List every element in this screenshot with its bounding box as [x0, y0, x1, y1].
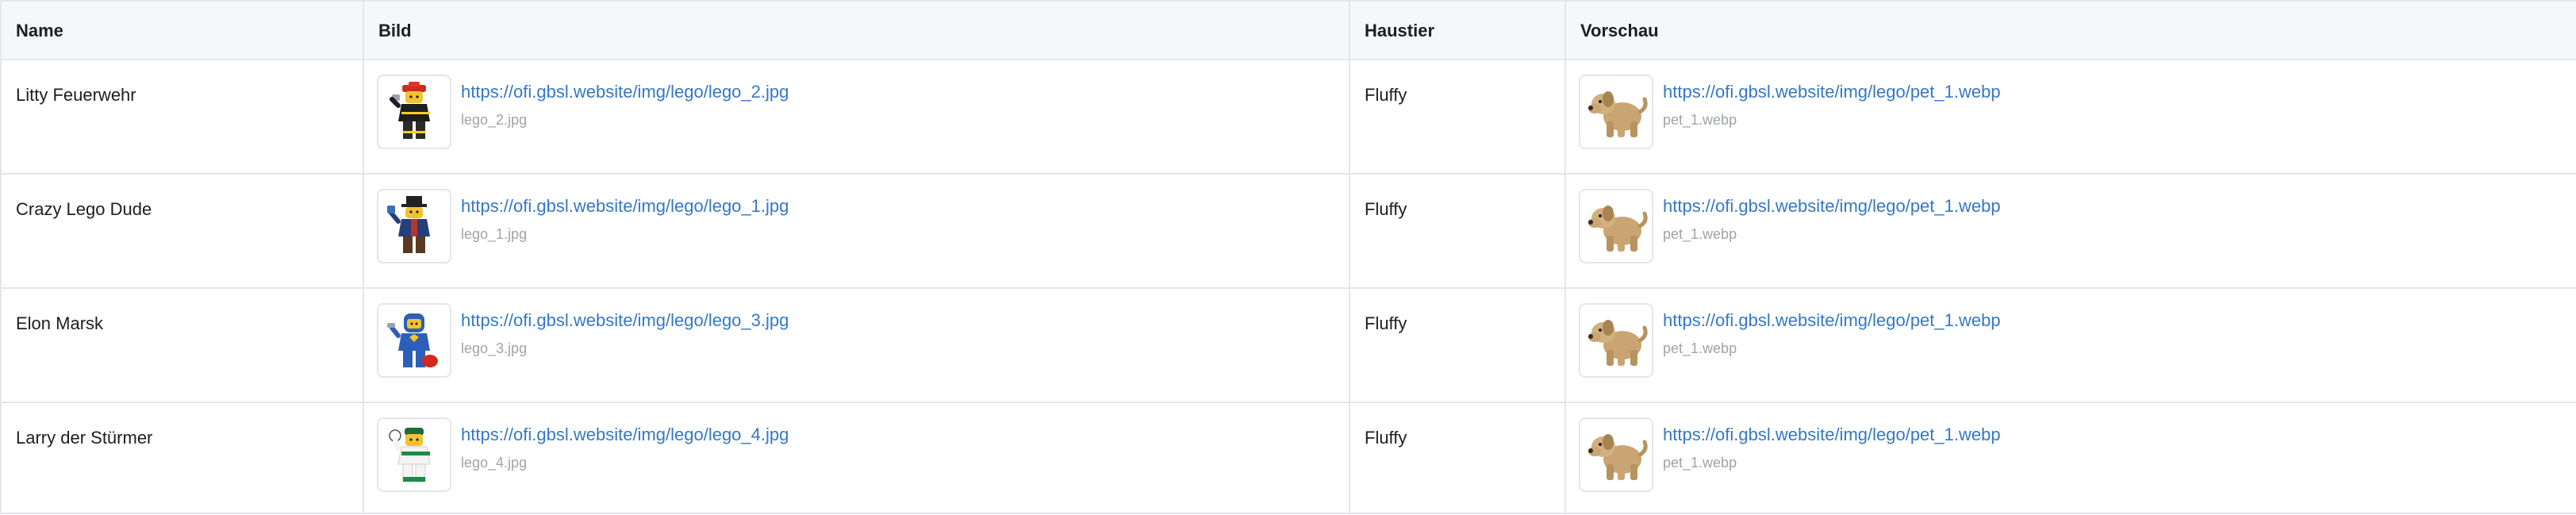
- vorschau-link[interactable]: https://ofi.gbsl.website/img/lego/pet_1.…: [1663, 195, 2001, 217]
- bild-cell: https://ofi.gbsl.website/img/lego/lego_1…: [363, 173, 1350, 289]
- bild-cell: https://ofi.gbsl.website/img/lego/lego_2…: [363, 59, 1350, 175]
- vorschau-link[interactable]: https://ofi.gbsl.website/img/lego/pet_1.…: [1663, 309, 2001, 332]
- bild-filename: lego_3.jpg: [461, 340, 528, 356]
- name-cell: Litty Feuerwehr: [0, 59, 364, 175]
- lego-dog-icon: [1579, 75, 1653, 149]
- table-header-row: Name Bild Haustier Vorschau: [0, 0, 2576, 60]
- lego-spaceman-minifigure-icon: [377, 303, 451, 378]
- vorschau-filename: pet_1.webp: [1663, 112, 1737, 128]
- character-name: Larry der Stürmer: [16, 428, 153, 448]
- haustier-cell: Fluffy: [1349, 173, 1566, 289]
- name-cell: Larry der Stürmer: [0, 402, 364, 514]
- bild-cell: https://ofi.gbsl.website/img/lego/lego_3…: [363, 287, 1350, 403]
- table-row: Litty Feuerwehr https://ofi.gbsl.website…: [0, 59, 2576, 175]
- bild-filename: lego_1.jpg: [461, 226, 528, 242]
- bild-link[interactable]: https://ofi.gbsl.website/img/lego/lego_2…: [461, 81, 789, 103]
- table-row: Larry der Stürmer https://ofi.gbsl.websi…: [0, 402, 2576, 514]
- vorschau-filename: pet_1.webp: [1663, 340, 1737, 356]
- column-header-haustier: Haustier: [1349, 0, 1566, 60]
- vorschau-cell: https://ofi.gbsl.website/img/lego/pet_1.…: [1564, 173, 2576, 289]
- table-row: Crazy Lego Dude https://ofi.gbsl.website…: [0, 173, 2576, 289]
- haustier-cell: Fluffy: [1349, 287, 1566, 403]
- character-name: Crazy Lego Dude: [16, 199, 152, 219]
- bild-link[interactable]: https://ofi.gbsl.website/img/lego/lego_3…: [461, 309, 789, 332]
- haustier-cell: Fluffy: [1349, 59, 1566, 175]
- lego-firefighter-minifigure-icon: [377, 75, 451, 149]
- name-cell: Elon Marsk: [0, 287, 364, 403]
- lego-dog-icon: [1579, 303, 1653, 378]
- pet-name: Fluffy: [1365, 428, 1407, 448]
- bild-filename: lego_2.jpg: [461, 112, 528, 128]
- vorschau-cell: https://ofi.gbsl.website/img/lego/pet_1.…: [1564, 402, 2576, 514]
- vorschau-link[interactable]: https://ofi.gbsl.website/img/lego/pet_1.…: [1663, 424, 2001, 446]
- vorschau-cell: https://ofi.gbsl.website/img/lego/pet_1.…: [1564, 59, 2576, 175]
- lego-top-hat-minifigure-icon: [377, 189, 451, 263]
- pet-name: Fluffy: [1365, 199, 1407, 219]
- lego-dog-icon: [1579, 417, 1653, 492]
- column-header-vorschau: Vorschau: [1564, 0, 2576, 60]
- vorschau-link[interactable]: https://ofi.gbsl.website/img/lego/pet_1.…: [1663, 81, 2001, 103]
- vorschau-filename: pet_1.webp: [1663, 455, 1737, 471]
- pet-name: Fluffy: [1365, 85, 1407, 105]
- lego-dog-icon: [1579, 189, 1653, 263]
- haustier-cell: Fluffy: [1349, 402, 1566, 514]
- column-header-name: Name: [0, 0, 364, 60]
- bild-link[interactable]: https://ofi.gbsl.website/img/lego/lego_4…: [461, 424, 789, 446]
- vorschau-cell: https://ofi.gbsl.website/img/lego/pet_1.…: [1564, 287, 2576, 403]
- pet-name: Fluffy: [1365, 313, 1407, 333]
- bild-filename: lego_4.jpg: [461, 455, 528, 471]
- vorschau-filename: pet_1.webp: [1663, 226, 1737, 242]
- character-name: Litty Feuerwehr: [16, 85, 136, 105]
- character-name: Elon Marsk: [16, 313, 104, 333]
- table-row: Elon Marsk https://ofi.gbsl.website/img/…: [0, 287, 2576, 403]
- bild-cell: https://ofi.gbsl.website/img/lego/lego_4…: [363, 402, 1350, 514]
- name-cell: Crazy Lego Dude: [0, 173, 364, 289]
- data-table: Name Bild Haustier Vorschau Litty Feuerw…: [0, 0, 2576, 514]
- lego-footballer-minifigure-icon: [377, 417, 451, 492]
- column-header-bild: Bild: [363, 0, 1350, 60]
- bild-link[interactable]: https://ofi.gbsl.website/img/lego/lego_1…: [461, 195, 789, 217]
